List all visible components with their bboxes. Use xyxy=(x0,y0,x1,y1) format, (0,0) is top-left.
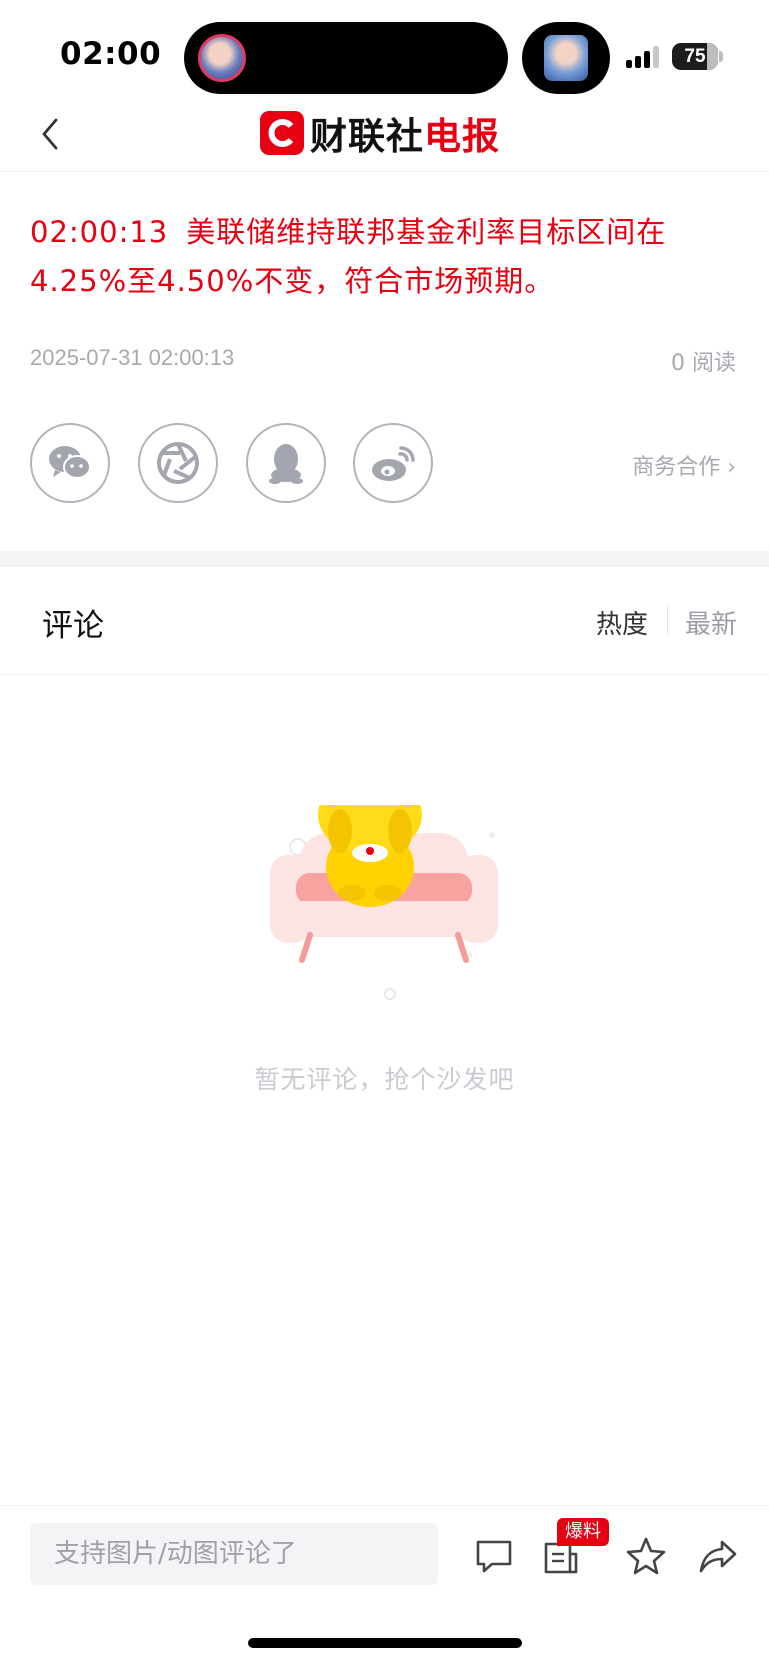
qq-icon xyxy=(269,444,303,484)
weibo-icon xyxy=(372,446,415,481)
business-cooperation-link[interactable]: 商务合作 › xyxy=(632,449,736,481)
live-activity-avatar xyxy=(198,34,246,82)
battery-icon: 75 xyxy=(672,43,718,70)
logo-text-red: 电报 xyxy=(424,115,500,158)
share-weibo-button[interactable] xyxy=(353,423,433,503)
dynamic-island[interactable] xyxy=(184,22,508,94)
share-icon[interactable] xyxy=(698,1536,738,1576)
headline-time: 02:00:13 xyxy=(30,215,169,249)
moments-icon xyxy=(157,442,199,484)
empty-comments-text: 暂无评论，抢个沙发吧 xyxy=(254,1065,515,1094)
cls-logo: 财联社电报 xyxy=(260,108,500,158)
section-divider xyxy=(0,551,769,567)
top-nav: 财联社电报 xyxy=(0,100,769,172)
publish-date: 2025-07-31 02:00:13 xyxy=(30,345,235,370)
sort-hot-tab[interactable]: 热度 xyxy=(596,604,648,641)
empty-sofa-illustration xyxy=(270,775,500,1005)
comments-title: 评论 xyxy=(42,608,104,644)
comment-input[interactable]: 支持图片/动图评论了 xyxy=(30,1523,438,1585)
share-wechat-button[interactable] xyxy=(30,423,110,503)
comment-icon[interactable] xyxy=(474,1536,514,1576)
baoliao-badge[interactable]: 爆料 xyxy=(557,1518,609,1546)
chevron-left-icon[interactable] xyxy=(36,114,66,154)
comments-header-divider xyxy=(0,674,769,675)
share-qq-button[interactable] xyxy=(246,423,326,503)
signal-icon xyxy=(626,46,664,68)
status-bar: 02:00 75 xyxy=(0,0,769,100)
logo-text: 财联社电报 xyxy=(310,106,500,160)
sort-divider xyxy=(667,606,668,634)
battery-cap xyxy=(719,51,723,62)
read-count: 0 阅读 xyxy=(671,351,736,376)
telegraph-headline: 02:00:13 美联储维持联邦基金利率目标区间在4.25%至4.50%不变，符合… xyxy=(30,208,745,306)
share-moments-button[interactable] xyxy=(138,423,218,503)
dynamic-island-secondary[interactable] xyxy=(522,22,610,94)
home-indicator[interactable] xyxy=(248,1638,522,1648)
battery-level: 75 xyxy=(684,46,706,67)
star-icon[interactable] xyxy=(626,1536,666,1576)
music-artwork-avatar xyxy=(544,35,588,81)
wechat-icon xyxy=(49,446,91,479)
status-time: 02:00 xyxy=(60,36,162,72)
logo-mark xyxy=(260,111,304,155)
sort-newest-tab[interactable]: 最新 xyxy=(685,604,737,641)
logo-text-black: 财联社 xyxy=(310,115,424,158)
